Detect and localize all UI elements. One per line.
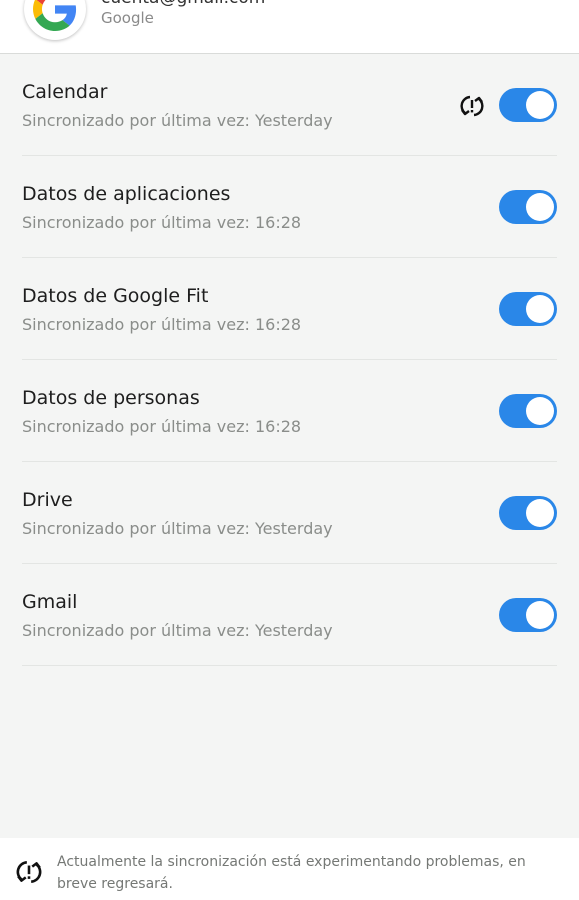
toggle-knob (526, 397, 554, 425)
account-email: cuenta@gmail.com (101, 0, 265, 8)
toggle-knob (526, 499, 554, 527)
sync-item-title: Datos de aplicaciones (22, 183, 231, 205)
sync-item-last-synced: Sincronizado por última vez: 16:28 (22, 315, 302, 334)
sync-list: Calendar Sincronizado por última vez: Ye… (0, 54, 579, 666)
sync-item-drive[interactable]: Drive Sincronizado por última vez: Yeste… (22, 462, 557, 564)
toggle-knob (526, 91, 554, 119)
sync-toggle-drive[interactable] (499, 496, 557, 530)
sync-item-last-synced: Sincronizado por última vez: Yesterday (22, 621, 333, 640)
sync-item-gmail[interactable]: Gmail Sincronizado por última vez: Yeste… (22, 564, 557, 666)
sync-problem-icon (460, 95, 484, 117)
sync-toggle-app-data[interactable] (499, 190, 557, 224)
sync-item-last-synced: Sincronizado por última vez: Yesterday (22, 519, 333, 538)
sync-status-footer: Actualmente la sincronización está exper… (0, 838, 579, 900)
sync-item-app-data[interactable]: Datos de aplicaciones Sincronizado por ú… (22, 156, 557, 258)
sync-item-last-synced: Sincronizado por última vez: Yesterday (22, 111, 333, 130)
sync-toggle-calendar[interactable] (499, 88, 557, 122)
sync-toggle-google-fit[interactable] (499, 292, 557, 326)
sync-item-google-fit[interactable]: Datos de Google Fit Sincronizado por últ… (22, 258, 557, 360)
sync-problem-icon (16, 861, 42, 883)
sync-toggle-gmail[interactable] (499, 598, 557, 632)
sync-toggle-people[interactable] (499, 394, 557, 428)
sync-item-calendar[interactable]: Calendar Sincronizado por última vez: Ye… (22, 54, 557, 156)
account-provider: Google (101, 9, 154, 27)
google-logo-icon (24, 0, 86, 40)
sync-item-title: Drive (22, 489, 73, 511)
sync-item-title: Calendar (22, 81, 108, 103)
sync-item-last-synced: Sincronizado por última vez: 16:28 (22, 417, 302, 436)
sync-item-title: Gmail (22, 591, 78, 613)
account-header: cuenta@gmail.com Google (0, 0, 579, 54)
toggle-knob (526, 295, 554, 323)
toggle-knob (526, 193, 554, 221)
sync-item-last-synced: Sincronizado por última vez: 16:28 (22, 213, 302, 232)
sync-item-title: Datos de Google Fit (22, 285, 209, 307)
sync-item-people[interactable]: Datos de personas Sincronizado por últim… (22, 360, 557, 462)
toggle-knob (526, 601, 554, 629)
sync-status-message: Actualmente la sincronización está exper… (57, 854, 526, 892)
sync-item-title: Datos de personas (22, 387, 200, 409)
